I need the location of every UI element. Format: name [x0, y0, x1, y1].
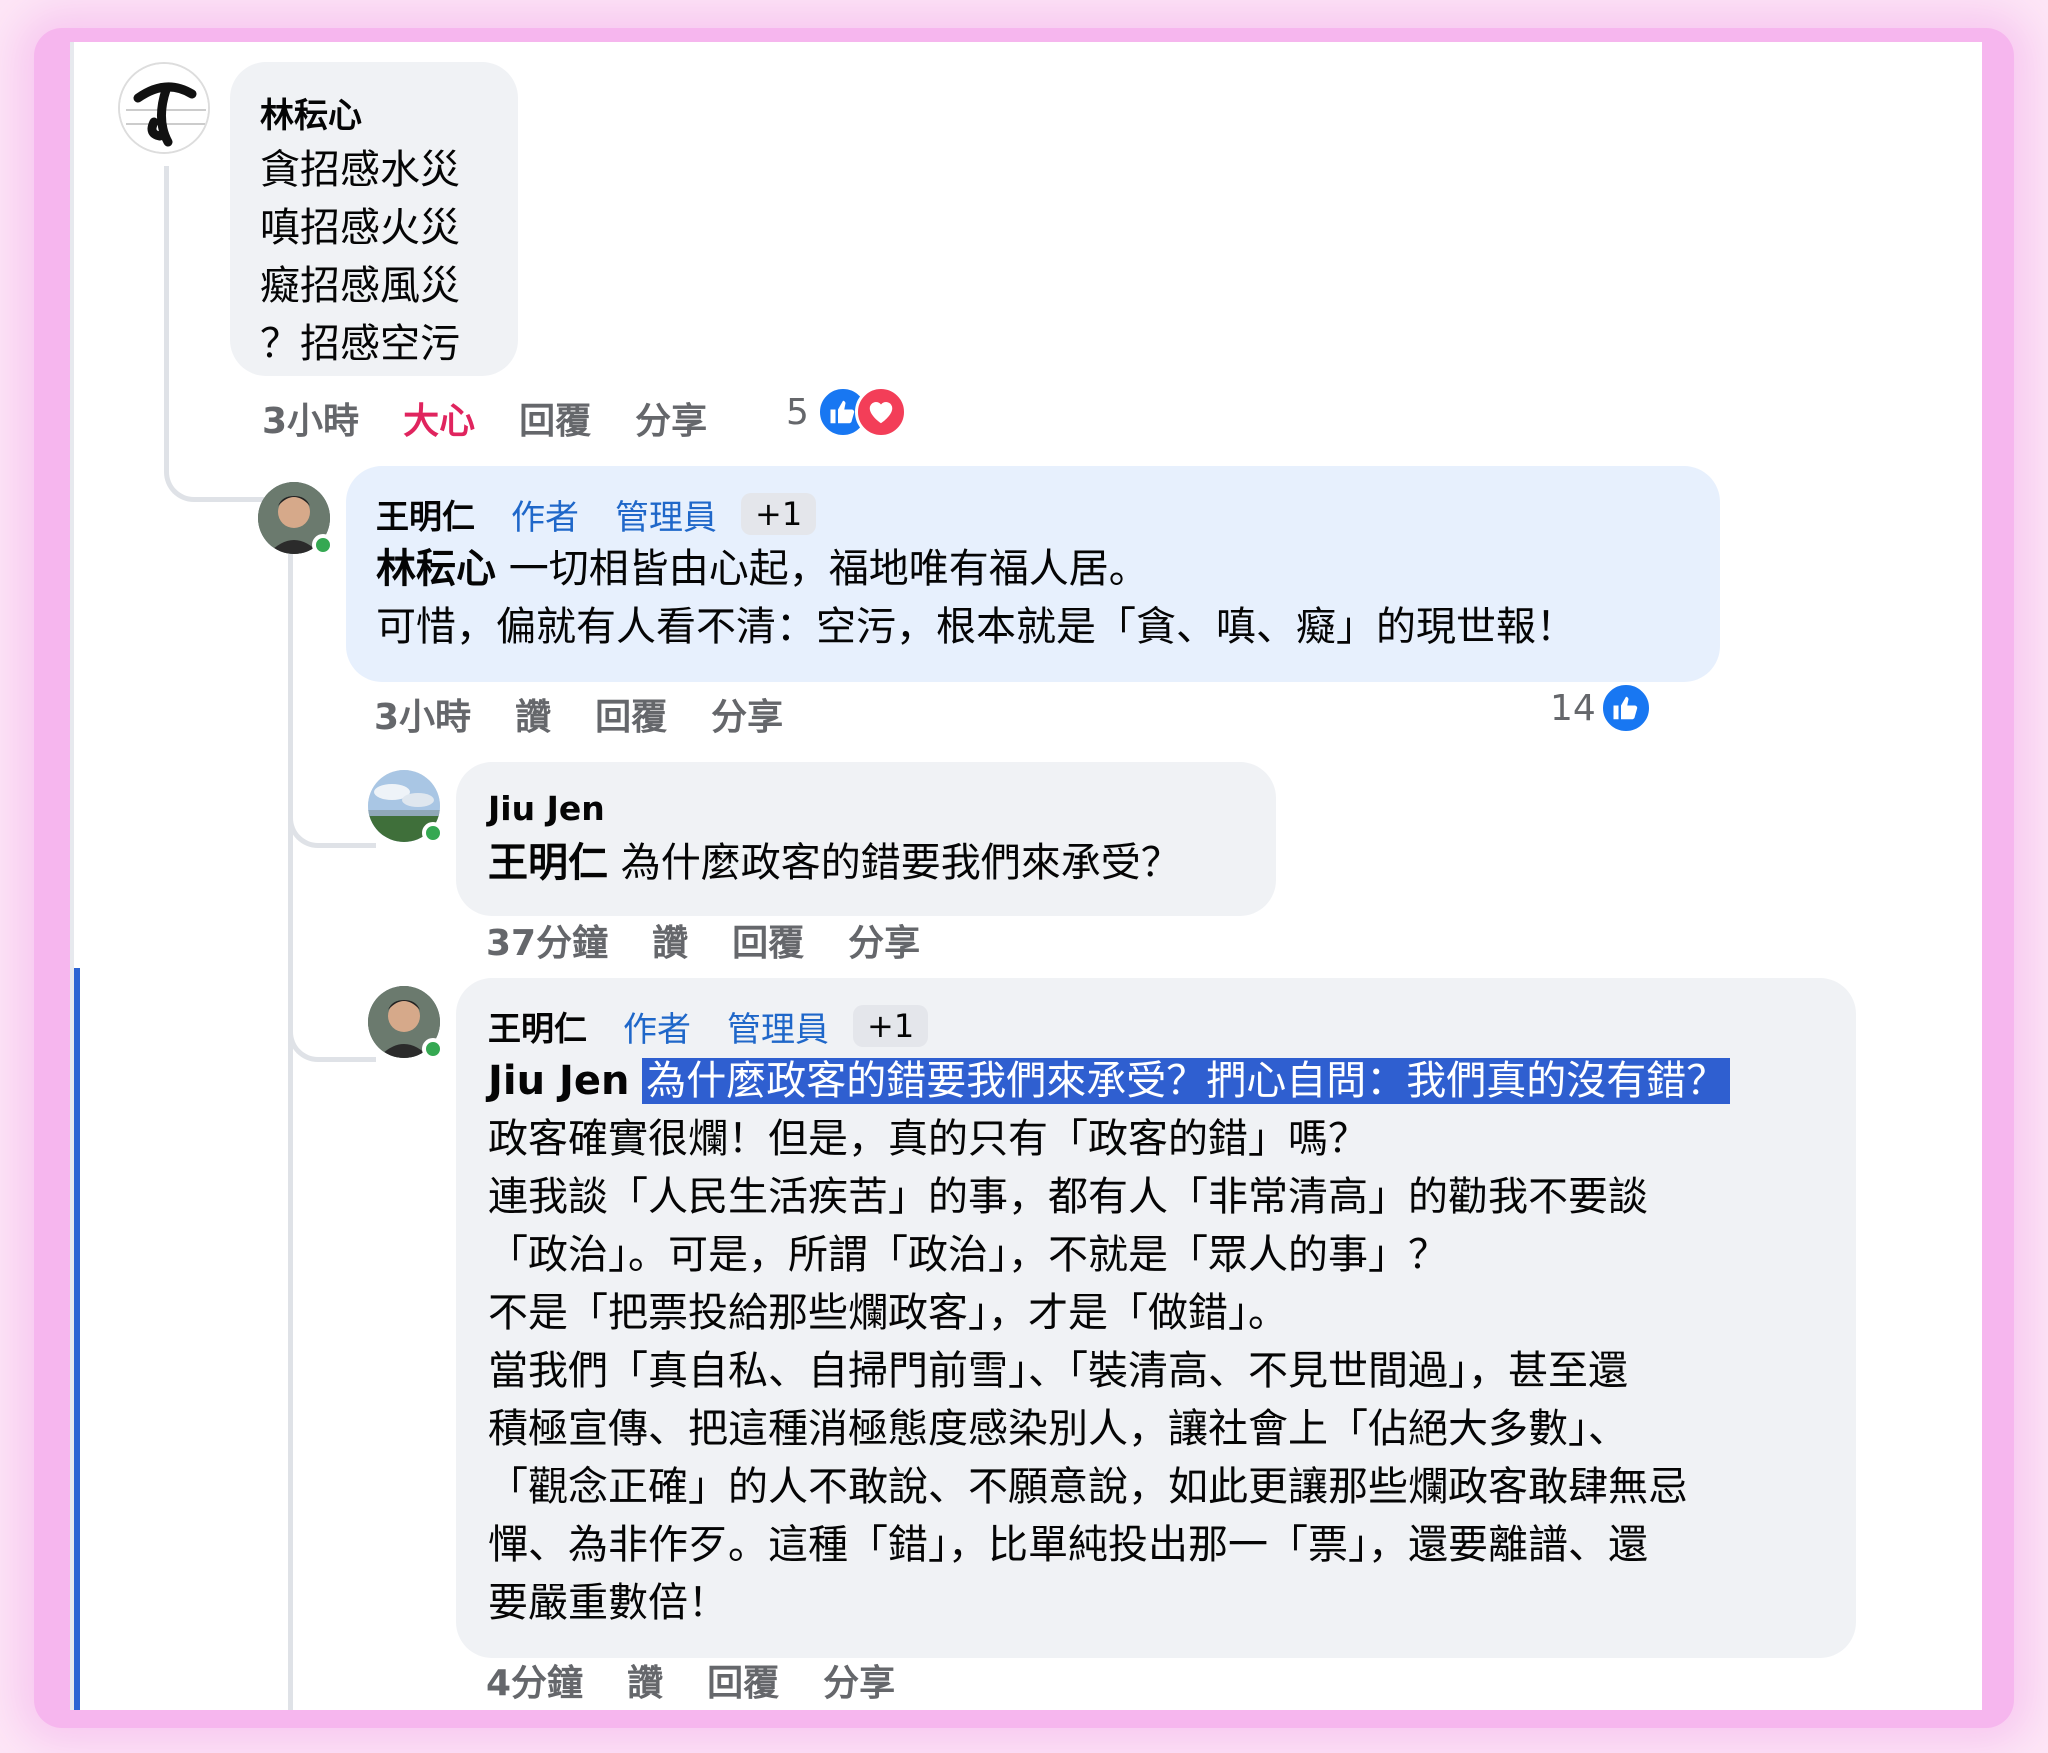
comment-line: 當我們「真自私、自掃門前雪」、「裝清高、不見世間過」，甚至還 [488, 1348, 1628, 1394]
comment-text: 為什麼政客的錯要我們來承受？ [620, 840, 1181, 886]
comment-line: 貪招感水災 [260, 147, 460, 193]
mention-link[interactable]: Jiu Jen [488, 1058, 629, 1104]
comment-line: 不是「把票投給那些爛政客」，才是「做錯」。 [488, 1290, 1288, 1336]
active-comment-indicator [74, 968, 80, 1710]
share-button[interactable]: 分享 [711, 697, 783, 738]
comment-line: 連我談「人民生活疾苦」的事，都有人「非常清高」的勸我不要談 [488, 1174, 1648, 1220]
comment-author[interactable]: 林秐心 [260, 88, 488, 137]
comment-bubble: 王明仁 作者 管理員 +1 林秐心 一切相皆由心起，福地唯有福人居。 可惜，偏就… [346, 466, 1720, 682]
comment-header: 王明仁 作者 管理員 +1 [376, 488, 1690, 540]
mention-link[interactable]: 林秐心 [376, 546, 496, 592]
comment-line: 積極宣傳、把這種消極態度感染別人，讓社會上「佔絕大多數」、 [488, 1406, 1628, 1452]
comment-author[interactable]: Jiu Jen [488, 784, 1244, 834]
comment-line: 可惜，偏就有人看不清：空污，根本就是「貪、嗔、癡」的現世報！ [376, 604, 1576, 650]
online-status-indicator [422, 822, 444, 844]
avatar[interactable] [118, 62, 210, 154]
comment-line: 憚、為非作歹。這種「錯」，比單純投出那一「票」，還要離譜、還 [488, 1522, 1648, 1568]
comment-line: ？招感空污 [260, 321, 460, 367]
comment-line: 癡招感風災 [260, 263, 460, 309]
share-button[interactable]: 分享 [635, 401, 707, 442]
like-button[interactable]: 讚 [652, 923, 688, 964]
timestamp[interactable]: 3小時 [374, 697, 471, 738]
comment-actions: 37分鐘 讚 回覆 分享 [486, 914, 964, 966]
calligraphy-logo-icon [120, 64, 208, 152]
comment-bubble: 王明仁 作者 管理員 +1 Jiu Jen 為什麼政客的錯要我們來承受？捫心自問… [456, 978, 1856, 1658]
comment-line: 要嚴重數倍！ [488, 1580, 728, 1626]
comment-thread-panel: 林秐心 貪招感水災 嗔招感火災 癡招感風災 ？招感空污 3小時 大心 回覆 分享 5 … [70, 42, 1982, 1710]
comment-actions: 3小時 讚 回覆 分享 [374, 688, 827, 740]
comment-actions: 4分鐘 讚 回覆 分享 [486, 1654, 939, 1706]
thread-connector [288, 542, 293, 1710]
author-badge[interactable]: 作者 [623, 1002, 691, 1051]
comment-author[interactable]: 王明仁 [488, 1002, 587, 1050]
author-badge[interactable]: 作者 [511, 490, 579, 539]
mention-link[interactable]: 王明仁 [488, 840, 608, 886]
comment-line: 「政治」。可是，所謂「政治」，不就是「眾人的事」？ [488, 1232, 1448, 1278]
like-button[interactable]: 讚 [515, 697, 551, 738]
reply-button[interactable]: 回覆 [732, 923, 804, 964]
comment-header: 王明仁 作者 管理員 +1 [488, 1000, 1824, 1052]
reaction-count: 5 [786, 391, 809, 433]
heart-icon [854, 386, 907, 438]
reaction-count: 14 [1550, 687, 1596, 729]
love-reaction-button[interactable]: 大心 [403, 401, 475, 442]
reply-button[interactable]: 回覆 [595, 697, 667, 738]
like-icon [1599, 682, 1652, 734]
reaction-summary[interactable]: 14 [1550, 682, 1652, 734]
comment-line: 政客確實很爛！但是，真的只有「政客的錯」嗎？ [488, 1116, 1368, 1162]
comment-bubble: Jiu Jen 王明仁 為什麼政客的錯要我們來承受？ [456, 762, 1276, 916]
admin-badge[interactable]: 管理員 [615, 490, 717, 539]
timestamp[interactable]: 37分鐘 [486, 923, 608, 964]
reaction-summary[interactable]: 5 [786, 386, 907, 438]
comment-line: Jiu Jen 為什麼政客的錯要我們來承受？捫心自問：我們真的沒有錯？ [488, 1052, 1824, 1110]
share-button[interactable]: 分享 [823, 1663, 895, 1704]
like-button[interactable]: 讚 [627, 1663, 663, 1704]
admin-badge[interactable]: 管理員 [727, 1002, 829, 1051]
comment-bubble: 林秐心 貪招感水災 嗔招感火災 癡招感風災 ？招感空污 [230, 62, 518, 376]
reply-button[interactable]: 回覆 [707, 1663, 779, 1704]
comment-line: 嗔招感火災 [260, 205, 460, 251]
comment-line: 王明仁 為什麼政客的錯要我們來承受？ [488, 834, 1244, 892]
online-status-indicator [422, 1038, 444, 1060]
timestamp[interactable]: 4分鐘 [486, 1663, 583, 1704]
more-badges[interactable]: +1 [853, 1005, 929, 1047]
reply-button[interactable]: 回覆 [519, 401, 591, 442]
comment-line: 林秐心 一切相皆由心起，福地唯有福人居。 [376, 540, 1690, 598]
comment-text: 一切相皆由心起，福地唯有福人居。 [508, 546, 1149, 592]
more-badges[interactable]: +1 [741, 493, 817, 535]
thread-connector [288, 742, 376, 848]
comment-author[interactable]: 王明仁 [376, 490, 475, 538]
comment-line: 「觀念正確」的人不敢說、不願意說，如此更讓那些爛政客敢肆無忌 [488, 1464, 1688, 1510]
online-status-indicator [312, 534, 334, 556]
thread-connector [288, 942, 376, 1062]
selected-text[interactable]: 為什麼政客的錯要我們來承受？捫心自問：我們真的沒有錯？ [642, 1058, 1731, 1104]
comment-actions: 3小時 大心 回覆 分享 [262, 392, 751, 444]
share-button[interactable]: 分享 [848, 923, 920, 964]
timestamp[interactable]: 3小時 [262, 401, 359, 442]
